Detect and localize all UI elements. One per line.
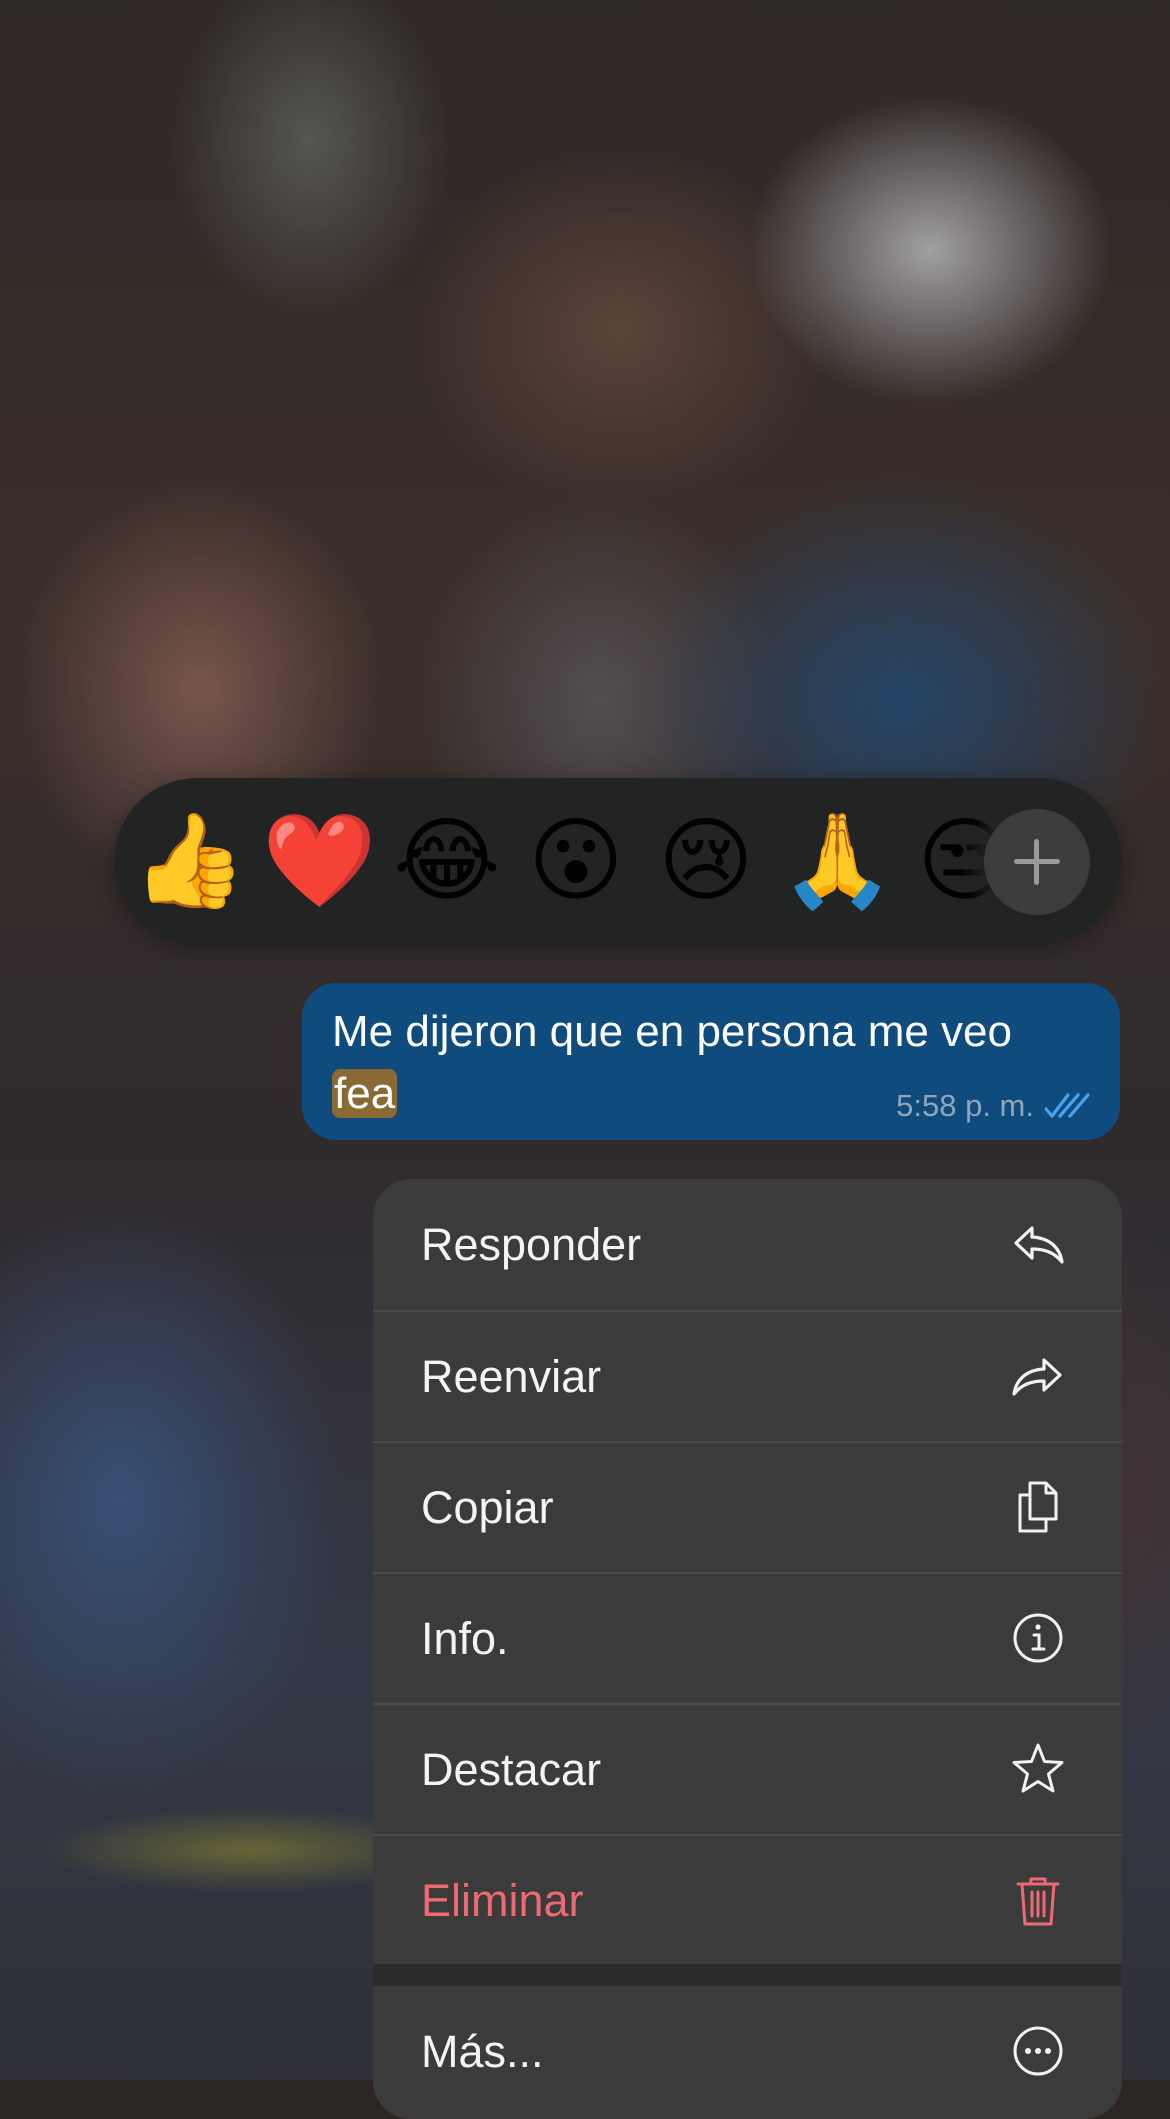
reaction-crying[interactable]: 😢 <box>651 806 761 916</box>
menu-item-label: Info. <box>421 1613 509 1664</box>
reaction-folded-hands[interactable]: 🙏 <box>780 806 895 916</box>
reply-icon <box>1014 1226 1064 1264</box>
star-icon <box>1012 1743 1064 1793</box>
menu-item-reenviar[interactable]: Reenviar <box>373 1311 1122 1442</box>
forward-icon <box>1012 1358 1062 1396</box>
add-reaction-button[interactable] <box>984 809 1090 915</box>
reaction-heart[interactable]: ❤️ <box>262 806 377 916</box>
menu-item-responder[interactable]: Responder <box>373 1179 1122 1310</box>
double-check-icon <box>1044 1093 1090 1118</box>
copy-icon <box>1018 1481 1058 1533</box>
message-bubble[interactable]: Me dijeron que en persona me veo fea 5:5… <box>302 983 1120 1140</box>
menu-item-label: Destacar <box>421 1744 602 1795</box>
reaction-bar: 👍 ❤️ 😂 😮 😢 🙏 😒 <box>114 778 1122 944</box>
menu-section-separator <box>373 1964 1122 1986</box>
menu-item-eliminar[interactable]: Eliminar <box>373 1835 1122 1966</box>
menu-item-label: Reenviar <box>421 1351 602 1402</box>
highlighted-word: fea <box>332 1069 398 1118</box>
menu-item-label: Copiar <box>421 1482 554 1533</box>
menu-item-label: Responder <box>421 1219 642 1270</box>
message-text-main: Me dijeron que en persona me veo <box>332 1007 1012 1056</box>
menu-item-label: Más... <box>421 2026 544 2077</box>
menu-item-label: Eliminar <box>421 1875 584 1926</box>
more-icon <box>1013 2026 1063 2076</box>
menu-item-destacar[interactable]: Destacar <box>373 1704 1122 1835</box>
reaction-thumbs-up[interactable]: 👍 <box>132 806 247 916</box>
menu-item-mas[interactable]: Más... <box>373 1986 1122 2117</box>
reaction-tears-of-joy[interactable]: 😂 <box>392 806 502 916</box>
message-meta: 5:58 p. m. <box>896 1086 1092 1126</box>
menu-item-copiar[interactable]: Copiar <box>373 1442 1122 1573</box>
info-icon <box>1013 1613 1063 1663</box>
menu-item-info[interactable]: Info. <box>373 1573 1122 1704</box>
reaction-surprised[interactable]: 😮 <box>521 806 631 916</box>
message-context-menu: Responder Reenviar Copiar Info. Destacar <box>373 1179 1122 2119</box>
message-time: 5:58 p. m. <box>896 1088 1034 1123</box>
trash-icon <box>1016 1877 1060 1926</box>
